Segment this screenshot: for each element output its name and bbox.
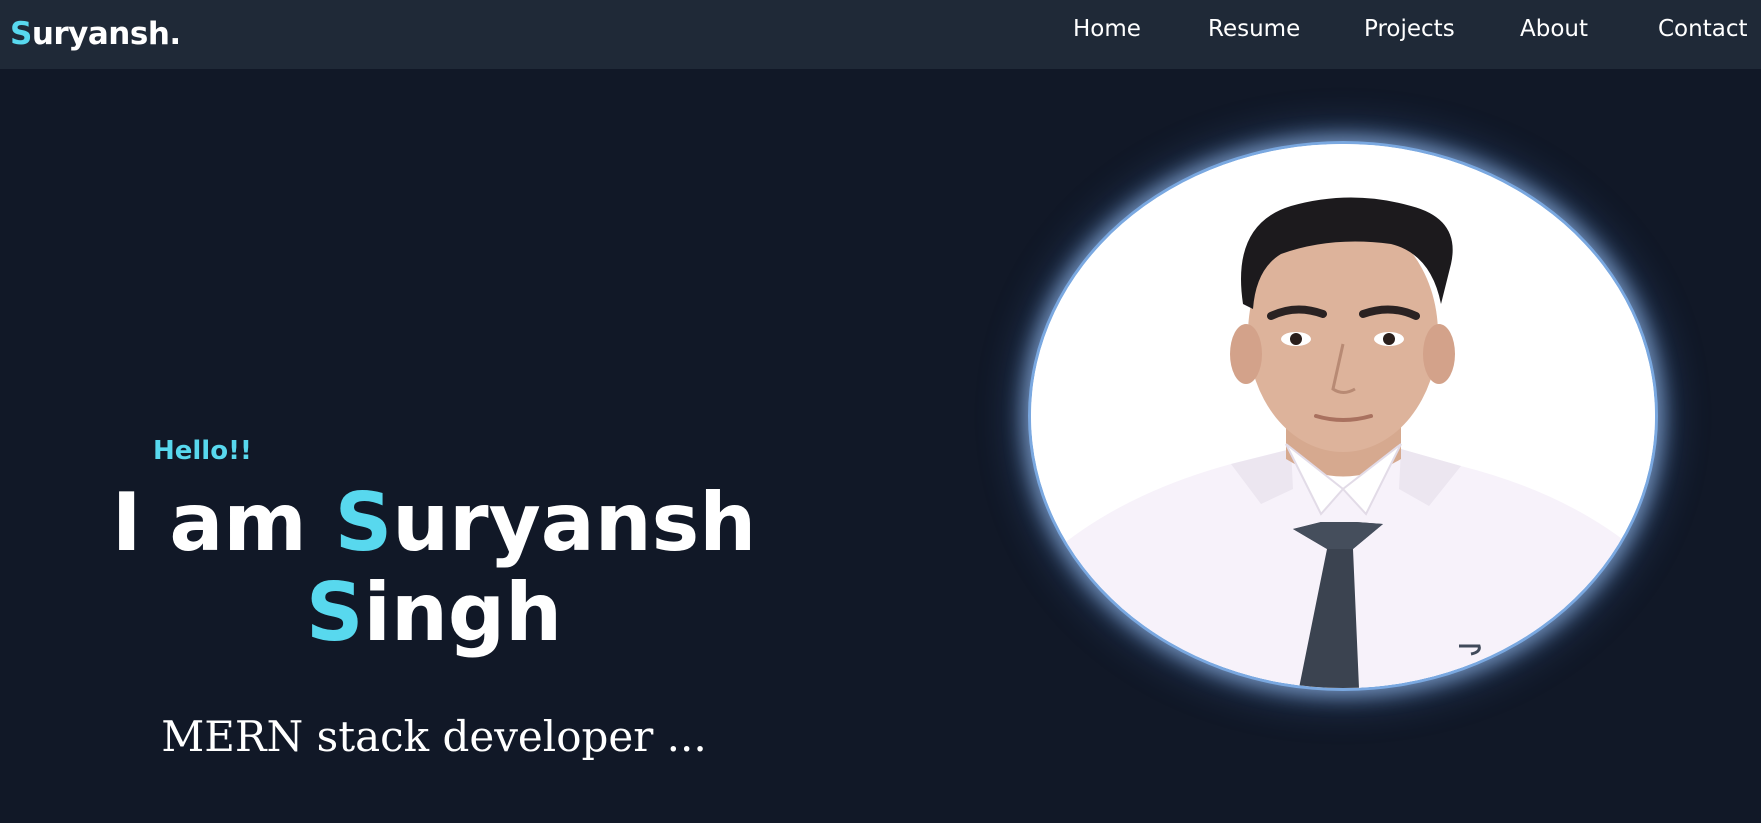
nav-about-link[interactable]: About: [1520, 14, 1588, 44]
role-subtitle: MERN stack developer ...: [161, 712, 707, 761]
headline-prefix: I am: [111, 476, 335, 569]
last-name-rest: ingh: [363, 566, 563, 659]
nav-contact-link[interactable]: Contact: [1658, 14, 1747, 44]
nav-projects-link[interactable]: Projects: [1364, 14, 1455, 44]
logo-initial: S: [10, 16, 32, 52]
hero-headline: I am Suryansh Singh: [80, 478, 788, 658]
first-name-initial: S: [334, 476, 393, 569]
first-name-rest: uryansh: [392, 476, 757, 569]
nav-home-link[interactable]: Home: [1073, 14, 1141, 44]
greeting-text: Hello!!: [153, 436, 252, 466]
nav-resume-link[interactable]: Resume: [1208, 14, 1300, 44]
logo-rest: uryansh.: [31, 16, 181, 52]
profile-photo: [1028, 141, 1658, 691]
navbar: Suryansh. Home Resume Projects About Con…: [0, 0, 1761, 69]
last-name-initial: S: [305, 566, 364, 659]
site-logo[interactable]: Suryansh.: [10, 14, 181, 54]
